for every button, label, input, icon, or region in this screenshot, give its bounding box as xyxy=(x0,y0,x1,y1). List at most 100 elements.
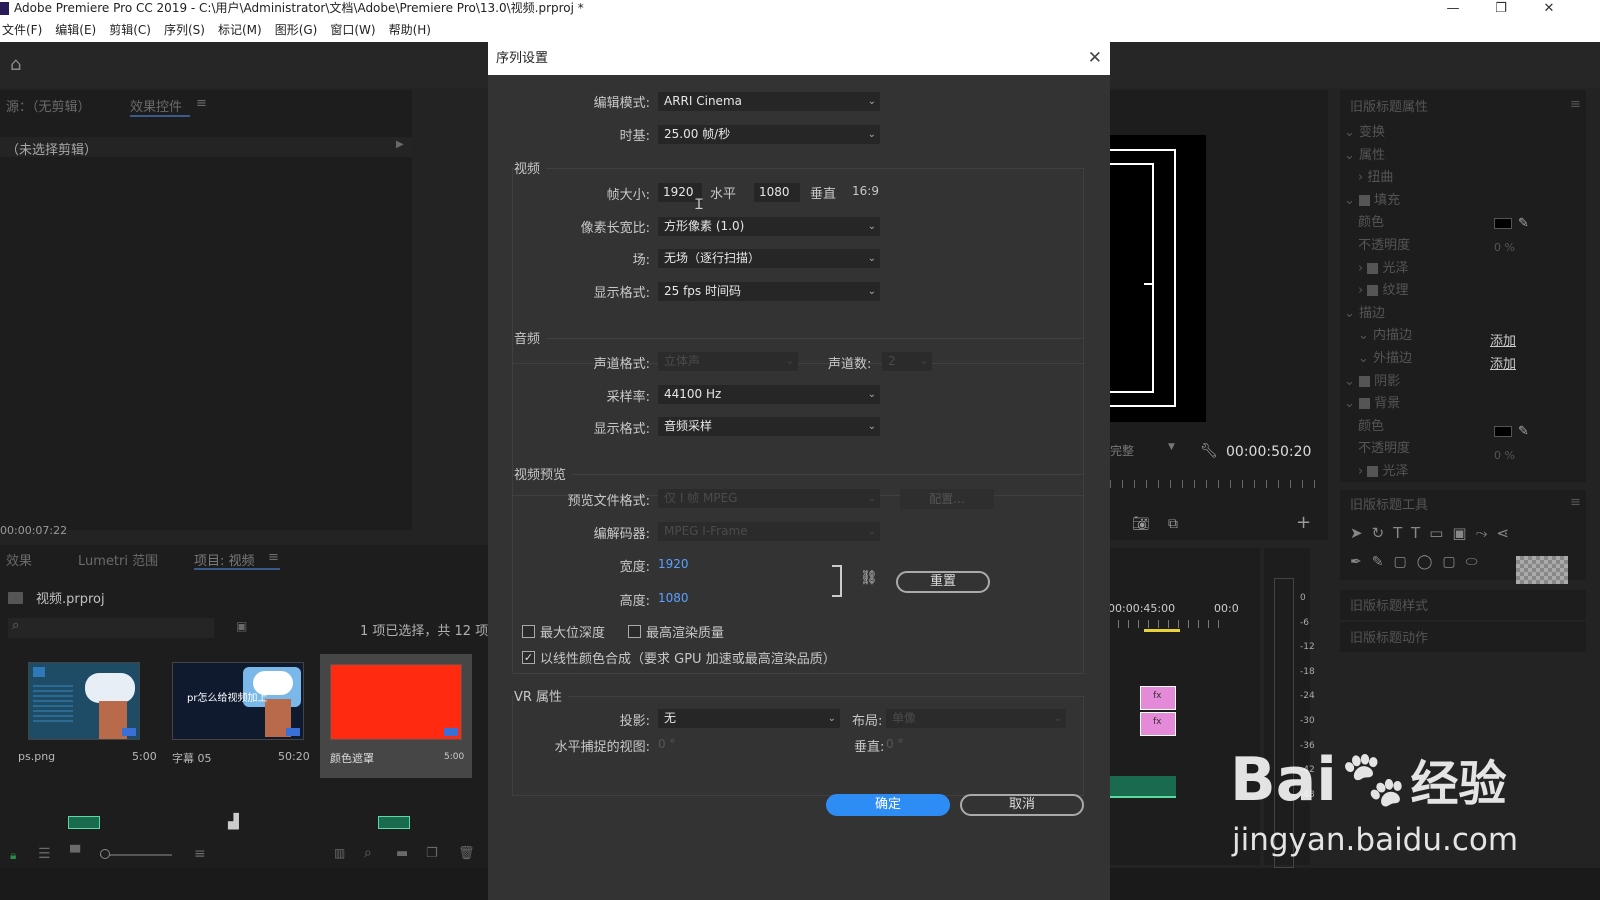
project-menu-icon[interactable]: ≡ xyxy=(268,550,279,565)
panel-menu-icon[interactable]: ≡ xyxy=(1570,97,1581,112)
eyedropper-icon[interactable]: ✎ xyxy=(1518,216,1529,231)
color-matte-thumbnail xyxy=(330,664,462,740)
dialog-header: 序列设置 ✕ xyxy=(488,42,1110,75)
program-ruler[interactable] xyxy=(1110,480,1322,488)
ok-button[interactable]: 确定 xyxy=(826,794,950,816)
eyedropper-icon[interactable]: ✎ xyxy=(1518,424,1529,439)
home-icon[interactable]: ⌂ xyxy=(10,54,21,75)
export-frame-icon[interactable]: 📷︎ xyxy=(1132,516,1150,532)
project-search-input[interactable] xyxy=(8,618,214,638)
tab-project[interactable]: 项目: 视频 xyxy=(194,550,255,569)
menu-marker[interactable]: 标记(M) xyxy=(218,18,262,42)
new-item-icon[interactable]: ❐ xyxy=(426,846,438,861)
sample-rate-select[interactable]: 44100 Hz ⌄ xyxy=(658,385,880,404)
dialog-title: 序列设置 xyxy=(496,51,549,66)
fit-dropdown[interactable]: 完整 ▼ xyxy=(1110,442,1182,460)
new-bin-search-icon[interactable]: ▣ xyxy=(236,619,247,633)
menu-file[interactable]: 文件(F) xyxy=(2,18,42,42)
prop-bg-sheen[interactable]: › 光泽 xyxy=(1344,461,1584,484)
prop-transform[interactable]: ⌄ 变换 xyxy=(1344,122,1584,145)
wrench-icon[interactable]: 🔧︎ xyxy=(1200,443,1218,459)
frame-height-input[interactable]: 1080 xyxy=(754,183,800,202)
restore-icon[interactable]: ❐ xyxy=(1488,0,1514,18)
sort-icon[interactable]: ≡ xyxy=(194,846,206,862)
prop-shadow[interactable]: ⌄ 阴影 xyxy=(1344,371,1584,394)
pixel-aspect-select[interactable]: 方形像素 (1.0) ⌄ xyxy=(658,217,880,236)
v-view-value[interactable]: 0 ° xyxy=(886,737,903,751)
comparison-view-icon[interactable]: ⧉ xyxy=(1168,516,1178,532)
menu-sequence[interactable]: 序列(S) xyxy=(164,18,205,42)
title-style-preview[interactable] xyxy=(1516,556,1568,584)
timeline-audio-clip[interactable] xyxy=(1110,776,1176,798)
tab-effect-controls[interactable]: 效果控件 xyxy=(130,96,182,115)
fields-select[interactable]: 无场（逐行扫描） ⌄ xyxy=(658,249,880,268)
icon-view-icon[interactable]: ▀ xyxy=(70,846,80,861)
menu-window[interactable]: 窗口(W) xyxy=(330,18,375,42)
projection-select[interactable]: 无 ⌄ xyxy=(658,709,840,728)
add-button-icon[interactable]: + xyxy=(1296,512,1311,533)
tab-source[interactable]: 源：（无剪辑） xyxy=(6,96,91,115)
caption-thumbnail: pr怎么给视频加上 xyxy=(172,662,304,740)
expand-arrow-icon[interactable]: ▶ xyxy=(396,139,404,150)
bg-opacity-value[interactable]: 0 % xyxy=(1494,449,1515,462)
prop-outer-stroke[interactable]: ⌄ 外描边 xyxy=(1344,348,1584,371)
prop-texture[interactable]: › 纹理 xyxy=(1344,280,1584,303)
prop-background[interactable]: ⌄ 背景 xyxy=(1344,393,1584,416)
find-icon[interactable]: ⌕ xyxy=(364,845,372,861)
prop-fill[interactable]: ⌄ 填充 xyxy=(1344,190,1584,213)
timebase-select[interactable]: 25.00 帧/秒 ⌄ xyxy=(658,125,880,144)
display-format-select[interactable]: 25 fps 时间码 ⌄ xyxy=(658,282,880,301)
text-cursor-icon: Ｉ xyxy=(692,197,706,213)
timeline-clip-fx-1[interactable]: fx xyxy=(1140,686,1176,710)
prop-distort[interactable]: › 扭曲 xyxy=(1344,167,1584,190)
title-bar: Adobe Premiere Pro CC 2019 - C:\用户\Admin… xyxy=(0,0,1600,18)
menu-edit[interactable]: 编辑(E) xyxy=(55,18,96,42)
prop-sheen[interactable]: › 光泽 xyxy=(1344,258,1584,281)
add-inner-stroke-link[interactable]: 添加 xyxy=(1490,330,1516,349)
chevron-down-icon: ⌄ xyxy=(867,286,876,297)
cancel-button[interactable]: 取消 xyxy=(960,794,1084,816)
legacy-title-tools-title: 旧版标题工具 xyxy=(1350,498,1429,513)
project-item-color-matte[interactable]: 颜色遮罩 5:00 xyxy=(320,654,472,778)
list-view-icon[interactable]: ☰ xyxy=(38,846,51,862)
menu-graphics[interactable]: 图形(G) xyxy=(275,18,318,42)
tab-effects[interactable]: 效果 xyxy=(6,550,32,569)
project-file-name: 视频.prproj xyxy=(36,592,105,607)
lock-icon[interactable]: 🔒︎ xyxy=(10,848,16,863)
audio-display-select[interactable]: 音频采样 ⌄ xyxy=(658,417,880,436)
menu-help[interactable]: 帮助(H) xyxy=(389,18,431,42)
panel-menu-icon[interactable]: ≡ xyxy=(196,96,207,111)
menu-clip[interactable]: 剪辑(C) xyxy=(109,18,151,42)
zoom-slider[interactable] xyxy=(100,854,172,856)
close-window-icon[interactable]: ✕ xyxy=(1536,0,1562,18)
timeline-clip-fx-2[interactable]: fx xyxy=(1140,712,1176,736)
close-icon[interactable]: ✕ xyxy=(1088,42,1102,75)
tab-lumetri[interactable]: Lumetri 范围 xyxy=(78,550,158,569)
editing-mode-select[interactable]: ARRI Cinema ⌄ xyxy=(658,92,880,111)
panel-menu-icon[interactable]: ≡ xyxy=(1570,495,1581,510)
automate-icon[interactable]: ▥ xyxy=(334,846,345,860)
channel-format-select[interactable]: 立体声 ⌄ xyxy=(658,352,798,371)
vertical-label: 垂直 xyxy=(810,187,837,202)
work-area-bar[interactable] xyxy=(1144,629,1180,632)
prop-properties[interactable]: ⌄ 属性 xyxy=(1344,145,1584,168)
trash-icon[interactable]: 🗑︎ xyxy=(458,846,475,861)
h-view-value[interactable]: 0 ° xyxy=(658,737,675,751)
new-bin-icon[interactable]: ▬ xyxy=(396,846,408,861)
prop-strokes[interactable]: ⌄ 描边 xyxy=(1344,303,1584,326)
minimize-icon[interactable]: — xyxy=(1440,0,1466,18)
audio-divider xyxy=(512,338,1084,339)
bg-color-swatch[interactable] xyxy=(1494,426,1512,437)
channels-select[interactable]: 2 ⌄ xyxy=(882,352,932,371)
prop-inner-stroke[interactable]: ⌄ 内描边 xyxy=(1344,325,1584,348)
zoom-slider-handle[interactable] xyxy=(100,849,110,859)
layout-select[interactable]: 单像 ⌄ xyxy=(886,709,1066,728)
project-item-caption[interactable]: pr怎么给视频加上 字幕 05 50:20 xyxy=(164,654,312,776)
fill-color-swatch[interactable] xyxy=(1494,218,1512,229)
project-item-ps[interactable]: ps.png 5:00 xyxy=(10,654,158,776)
title-tools-row-2[interactable]: ✒✎▢◯▢⬭ xyxy=(1350,554,1488,570)
add-outer-stroke-link[interactable]: 添加 xyxy=(1490,353,1516,372)
fill-opacity-value[interactable]: 0 % xyxy=(1494,241,1515,254)
title-property-list: ⌄ 变换 ⌄ 属性 › 扭曲 ⌄ 填充 颜色 不透明度 › 光泽 › 纹理 ⌄ … xyxy=(1344,122,1584,484)
title-tools-row-1[interactable]: ➤↻TT▭▣⤳⋖ xyxy=(1350,524,1518,542)
